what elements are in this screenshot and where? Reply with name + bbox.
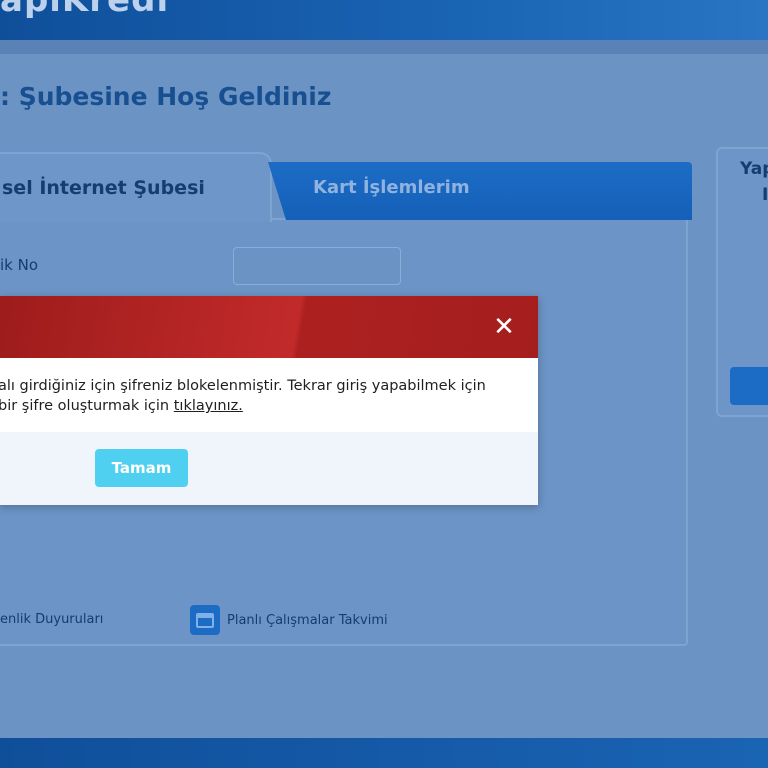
security-announcements-link[interactable]: enlik Duyuruları <box>0 612 103 627</box>
bottom-bar <box>0 738 768 768</box>
planned-maintenance-calendar-label: Planlı Çalışmalar Takvimi <box>227 612 388 628</box>
dialog-body: alı girdiğiniz için şifreniz blokelenmiş… <box>0 358 538 432</box>
bank-logo[interactable]: apıKredi <box>0 0 169 20</box>
tab-card-operations-label: Kart İşlemlerim <box>313 177 470 198</box>
sub-header-strip <box>0 40 768 54</box>
side-info-panel: Yap I <box>716 147 768 417</box>
side-panel-button[interactable] <box>730 367 768 405</box>
side-panel-title: Yap <box>740 159 768 179</box>
page-title: : Şubesine Hoş Geldiniz <box>0 82 332 111</box>
password-blocked-dialog: ✕ alı girdiğiniz için şifreniz blokelenm… <box>0 296 538 505</box>
planned-maintenance-calendar-link[interactable]: Planlı Çalışmalar Takvimi <box>190 604 388 636</box>
calendar-icon <box>190 605 220 635</box>
ok-button[interactable]: Tamam <box>95 449 188 487</box>
tab-internet-banking-label: sel İnternet Şubesi <box>2 177 205 199</box>
close-icon[interactable]: ✕ <box>490 312 518 342</box>
id-number-input[interactable] <box>233 247 401 285</box>
id-number-label: ik No <box>0 256 39 274</box>
dialog-footer: Tamam <box>0 432 538 505</box>
tab-internet-banking[interactable]: sel İnternet Şubesi <box>0 152 272 222</box>
top-header-bar: apıKredi <box>0 0 768 40</box>
dialog-message: alı girdiğiniz için şifreniz blokelenmiş… <box>0 376 486 416</box>
create-password-link[interactable]: tıklayınız. <box>174 398 243 414</box>
dialog-header: ✕ <box>0 296 538 358</box>
tab-card-operations[interactable]: Kart İşlemlerim <box>268 162 692 220</box>
side-panel-title-line2: I <box>762 185 768 205</box>
dialog-message-line1: alı girdiğiniz için şifreniz blokelenmiş… <box>0 378 486 394</box>
dialog-message-line2: bir şifre oluşturmak için <box>0 398 174 414</box>
